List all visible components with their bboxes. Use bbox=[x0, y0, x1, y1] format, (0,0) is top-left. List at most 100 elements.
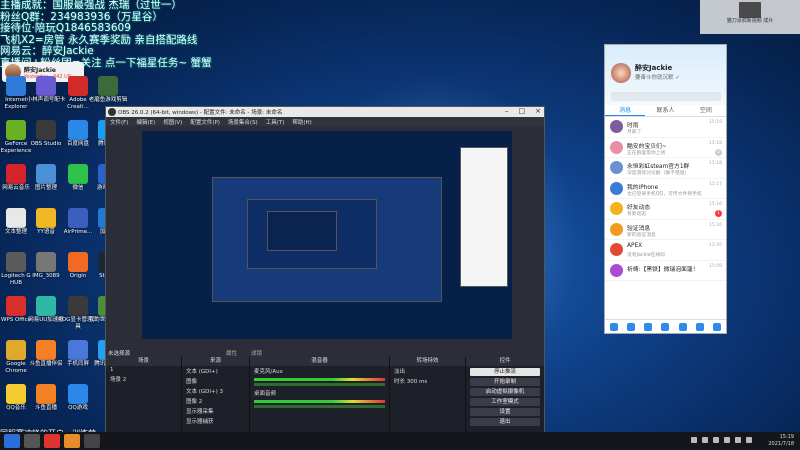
game-icon[interactable] bbox=[661, 322, 670, 331]
conversation-preview: 深度游戏讨论群（群不错值） bbox=[627, 171, 690, 176]
properties-button[interactable]: 属性 bbox=[226, 349, 237, 357]
folder-icon[interactable] bbox=[64, 434, 80, 448]
app-icon bbox=[68, 340, 88, 360]
tab-contacts[interactable]: 联系人 bbox=[645, 105, 685, 116]
qq-main-panel[interactable]: 醉安Jackie 要奋斗你就沉默 ✓ 消息 联系人 空间 时雨 月薪了 15:19 酷… bbox=[604, 44, 727, 334]
menu-icon[interactable] bbox=[609, 322, 618, 331]
source-item[interactable]: 图像 bbox=[182, 376, 249, 386]
conversation-time: 15:19 bbox=[709, 120, 722, 125]
no-source-label: 未选择源 bbox=[108, 351, 131, 357]
scene-item[interactable]: 场景 2 bbox=[106, 374, 181, 384]
obs-titlebar[interactable]: OBS 26.0.2 (64-bit, windows) - 配置文件: 未命名… bbox=[106, 107, 544, 117]
menu-profile[interactable]: 配置文件(P) bbox=[190, 118, 220, 126]
source-item[interactable]: 显示器捕获 bbox=[182, 416, 249, 426]
source-item[interactable]: 显示器采集 bbox=[182, 406, 249, 416]
conversation-preview: 也已登录手机QQ，可传文件到手机 bbox=[627, 191, 702, 197]
preview-qq-panel bbox=[460, 147, 508, 287]
desktop-icon-label: 老磨鱼游戏剪辑 bbox=[88, 97, 128, 103]
notification-thumbnail bbox=[739, 2, 761, 18]
menu-file[interactable]: 文件(F) bbox=[110, 118, 128, 126]
stop-streaming-button[interactable]: 停止推流 bbox=[470, 368, 540, 376]
menu-edit[interactable]: 编辑(E) bbox=[136, 118, 155, 126]
settings-button[interactable]: 设置 bbox=[470, 408, 540, 416]
tray-icon[interactable] bbox=[724, 437, 730, 443]
conversation-time: 15:18 bbox=[709, 140, 722, 146]
mixer-meter bbox=[254, 400, 385, 403]
qq-conversation-item[interactable]: APEX 没有Jackie在线吗 12:45 bbox=[605, 240, 726, 261]
obs-title: OBS 26.0.2 (64-bit, windows) - 配置文件: 未命名… bbox=[118, 110, 283, 116]
tab-messages[interactable]: 消息 bbox=[605, 105, 646, 116]
tray-icon[interactable] bbox=[691, 437, 697, 443]
app-icon bbox=[6, 384, 26, 404]
transition-duration-row: 时长 300 ms bbox=[390, 376, 465, 386]
conversation-preview: 正在群里等你上线 bbox=[627, 150, 666, 156]
file-icon[interactable] bbox=[644, 322, 653, 331]
tray-icon[interactable] bbox=[702, 437, 708, 443]
qq-conversation-item[interactable]: 我的iPhone 也已登录手机QQ，可传文件到手机 15:17 bbox=[605, 179, 726, 199]
app-icon[interactable] bbox=[626, 322, 635, 331]
app-icon bbox=[6, 164, 26, 184]
mascot-icon[interactable] bbox=[678, 322, 687, 331]
qq-conversation-item[interactable]: 酷安的宝贝们~ 正在群里等你上线 15:18 2 bbox=[605, 138, 726, 158]
studio-mode-button[interactable]: 工作室模式 bbox=[470, 398, 540, 406]
menu-help[interactable]: 帮助(H) bbox=[292, 118, 311, 126]
qq-search-input[interactable] bbox=[611, 92, 721, 101]
desktop-icon[interactable]: 老磨鱼游戏剪辑 bbox=[88, 76, 128, 104]
sources-header: 来源 bbox=[182, 357, 249, 366]
notification-text: 猫刀涂鸦新视频 成片 bbox=[726, 18, 774, 24]
search-icon[interactable] bbox=[24, 434, 40, 448]
desktop-icon[interactable]: QQ游戏 bbox=[58, 384, 98, 412]
qq-conversation-item[interactable]: 永恒彩虹steam官方1群 深度游戏讨论群（群不错值） 15:18 bbox=[605, 158, 726, 179]
conversation-preview: 新的验证消息 bbox=[627, 232, 656, 238]
qq-conversation-item[interactable]: 验证消息 新的验证消息 15:16 bbox=[605, 220, 726, 240]
tray-icon[interactable] bbox=[713, 437, 719, 443]
source-item[interactable]: 文本 (GDI+) bbox=[182, 366, 249, 376]
obs-window[interactable]: OBS 26.0.2 (64-bit, windows) - 配置文件: 未命名… bbox=[105, 106, 545, 433]
virtual-camera-button[interactable]: 启动虚拟摄像机 bbox=[470, 388, 540, 396]
more-icon[interactable] bbox=[713, 322, 722, 331]
conversation-time: 15:09 bbox=[709, 263, 722, 269]
scenes-panel: 场景 1 场景 2 bbox=[106, 357, 182, 433]
mixer-fader[interactable] bbox=[254, 383, 385, 386]
taskbar-app-icon[interactable] bbox=[44, 434, 60, 448]
app-icon bbox=[68, 208, 88, 228]
scene-item[interactable]: 1 bbox=[106, 366, 181, 374]
clock[interactable]: 15:19 2021/7/18 bbox=[768, 434, 794, 447]
menu-scene-collection[interactable]: 场景集合(S) bbox=[228, 118, 258, 126]
network-icon[interactable] bbox=[735, 437, 741, 443]
qq-conversation-item[interactable]: 时雨 月薪了 15:19 bbox=[605, 117, 726, 138]
source-item[interactable]: 图像 2 bbox=[182, 396, 249, 406]
close-icon[interactable]: × bbox=[535, 107, 541, 115]
transitions-header: 转场特效 bbox=[390, 357, 465, 366]
app-icon bbox=[6, 252, 26, 272]
menu-tools[interactable]: 工具(T) bbox=[266, 118, 285, 126]
obs-menubar: 文件(F) 编辑(E) 视图(V) 配置文件(P) 场景集合(S) 工具(T) … bbox=[106, 117, 544, 126]
start-icon[interactable] bbox=[4, 434, 20, 448]
app-icon bbox=[36, 164, 56, 184]
overlay-line: 主播成就：国服最强战 杰瑞（过世一） bbox=[0, 0, 182, 11]
app-icon bbox=[68, 252, 88, 272]
mixer-fader[interactable] bbox=[254, 405, 385, 408]
mixer-panel: 混音器 麦克风/Aux 桌面音频 bbox=[250, 357, 390, 433]
source-item[interactable]: 文本 (GDI+) 3 bbox=[182, 386, 249, 396]
minimize-icon[interactable]: – bbox=[505, 107, 509, 115]
transition-type[interactable]: 淡出 bbox=[390, 366, 465, 376]
obs-preview-canvas[interactable] bbox=[142, 131, 512, 339]
obs-taskbar-icon[interactable] bbox=[84, 434, 100, 448]
qq-conversation-item[interactable]: 祈祷:【黑铁】微瑞泡面篷！ 15:09 bbox=[605, 261, 726, 281]
maximize-icon[interactable]: □ bbox=[519, 107, 526, 115]
start-recording-button[interactable]: 开始录制 bbox=[470, 378, 540, 386]
desktop-icon-label: QQ游戏 bbox=[68, 405, 88, 411]
duration-value[interactable]: 300 ms bbox=[407, 379, 427, 385]
cloud-icon[interactable] bbox=[696, 322, 705, 331]
tab-space[interactable]: 空间 bbox=[686, 105, 726, 116]
qq-avatar[interactable] bbox=[611, 63, 631, 83]
qq-conversation-item[interactable]: 好友动态 有新动态 15:16 1 bbox=[605, 199, 726, 220]
volume-icon[interactable] bbox=[746, 437, 752, 443]
notification-popup[interactable]: 猫刀涂鸦新视频 成片 bbox=[700, 0, 800, 34]
exit-button[interactable]: 退出 bbox=[470, 418, 540, 426]
overlay-line: 网易云：醉安Jackie bbox=[0, 45, 94, 57]
filters-button[interactable]: 滤镜 bbox=[251, 349, 262, 357]
menu-view[interactable]: 视图(V) bbox=[163, 118, 182, 126]
qq-signature[interactable]: 要奋斗你就沉默 ✓ bbox=[635, 73, 680, 81]
